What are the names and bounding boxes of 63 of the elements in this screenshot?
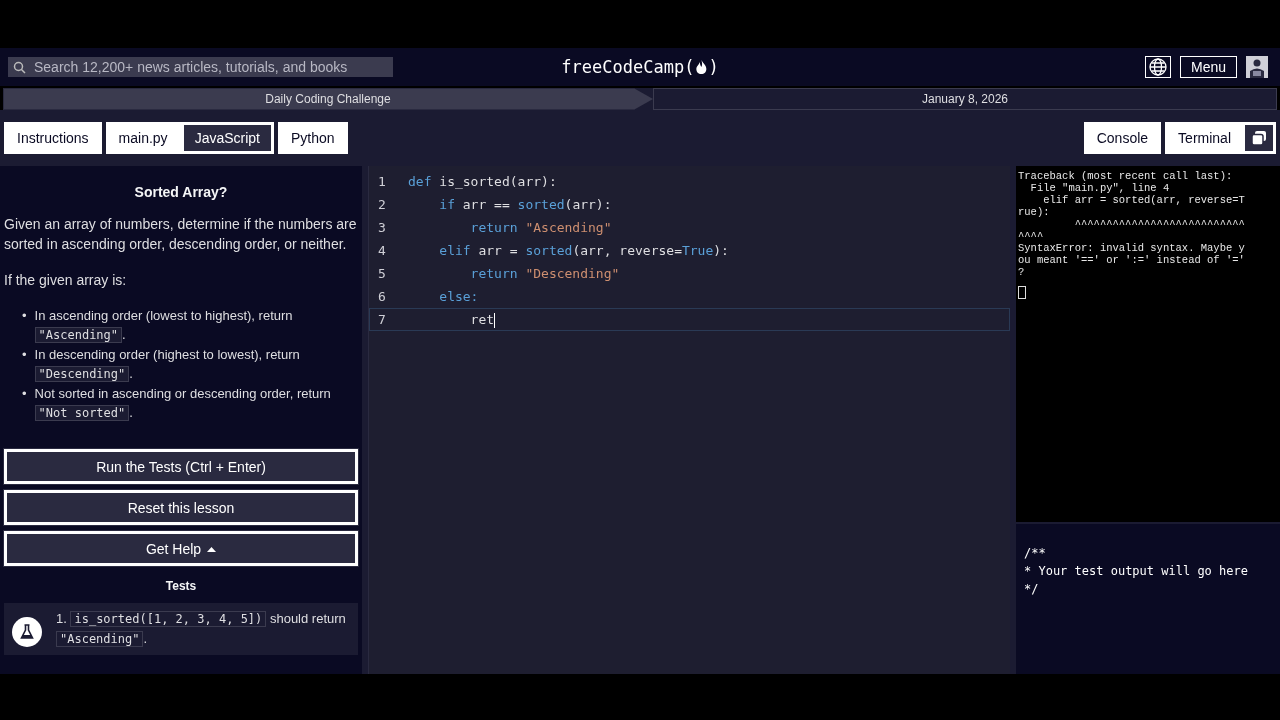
flask-icon [12, 617, 42, 647]
instruction-text: Given an array of numbers, determine if the numbers are sorted in ascending order, descending order, or neither. [4, 215, 358, 254]
terminal-line: ? [1018, 266, 1026, 278]
terminal-line: SyntaxError: invalid syntax. Maybe y [1018, 242, 1246, 254]
output-line: /** [1024, 545, 1047, 562]
code-line: ret [469, 311, 496, 328]
windows-icon [1251, 130, 1267, 146]
list-item: In descending order (highest to lowest), return "Descending" . [34, 346, 301, 384]
terminal-line: ^^^^ [1018, 230, 1045, 242]
code-line: return "Ascending" [469, 220, 612, 235]
avatar-icon[interactable] [1246, 56, 1268, 78]
line-number: 4 [377, 243, 387, 258]
terminal-line: rue): [1018, 206, 1051, 218]
pane-tab[interactable]: Console [1083, 122, 1162, 154]
bullet-marker: • [22, 307, 27, 325]
output-line: * Your test output will go here [1024, 563, 1249, 580]
globe-icon [1148, 58, 1167, 76]
instruction-text: If the given array is: [4, 271, 128, 290]
test-description: 1. is_sorted([1, 2, 3, 4, 5]) should return "Ascending" . [56, 610, 347, 649]
pane-tab[interactable]: main.py [105, 122, 181, 154]
pane-tab[interactable]: Python [278, 122, 348, 154]
code-line: elif arr = sorted(arr, reverse=True): [438, 243, 729, 258]
terminal-line: ou meant '==' or ':=' instead of '=' [1018, 254, 1246, 266]
help-button[interactable]: Get Help [4, 531, 358, 566]
breadcrumb-link[interactable]: Daily Coding Challenge [3, 88, 653, 110]
code-line: else: [438, 289, 479, 304]
line-number: 1 [377, 174, 387, 189]
code-line: def is_sorted(arr): [408, 174, 557, 189]
pane-tab[interactable]: Terminal [1165, 122, 1242, 154]
menu-button[interactable]: Menu [1179, 56, 1237, 78]
code-line: return "Descending" [469, 266, 620, 281]
popout-button[interactable] [1242, 122, 1276, 154]
list-item: Not sorted in ascending or descending order, return "Not sorted" . [34, 385, 332, 423]
code-line: if arr == sorted(arr): [438, 197, 612, 212]
language-button[interactable] [1144, 56, 1171, 78]
bullet-marker: • [22, 385, 27, 403]
list-item: In ascending order (lowest to highest), return "Ascending" . [34, 307, 294, 345]
text-cursor [1018, 286, 1026, 299]
terminal-line: elif arr = sorted(arr, reverse=T [1042, 194, 1246, 206]
flame-icon [695, 59, 708, 75]
line-number: 2 [377, 197, 387, 212]
terminal-line: File "main.py", line 4 [1029, 182, 1171, 194]
line-number: 3 [377, 220, 387, 235]
pane-tab[interactable]: Instructions [4, 122, 102, 154]
line-number: 6 [377, 289, 387, 304]
action-button[interactable]: Reset this lesson [4, 490, 358, 525]
tests-heading: Tests [164, 579, 198, 593]
terminal-line: Traceback (most recent call last): [1018, 170, 1234, 182]
search-icon [13, 60, 26, 74]
search-field[interactable]: Search 12,200+ news articles, tutorials, and books [8, 57, 393, 77]
action-button[interactable]: Run the Tests (Ctrl + Enter) [4, 449, 358, 484]
logo-text[interactable]: ) [708, 57, 719, 77]
logo-text[interactable]: freeCodeCamp( [561, 57, 695, 77]
breadcrumb-date: January 8, 2026 [653, 88, 1277, 110]
terminal-line: ^^^^^^^^^^^^^^^^^^^^^^^^^^^ [1073, 218, 1246, 230]
line-number: 7 [377, 312, 387, 327]
line-number: 5 [377, 266, 387, 281]
caret-icon [207, 545, 217, 552]
challenge-title: Sorted Array? [133, 184, 229, 200]
output-line: */ [1024, 581, 1040, 598]
bullet-marker: • [22, 346, 27, 364]
code-editor[interactable]: 1 def is_sorted(arr): 2 if arr == sorted(arr): 3 return "Ascending" 4 elif arr = sorted(arr, reverse=True): 5 return "Descending" 6 else: 7 ret [368, 166, 1010, 674]
pane-tab[interactable]: JavaScript [180, 122, 274, 154]
